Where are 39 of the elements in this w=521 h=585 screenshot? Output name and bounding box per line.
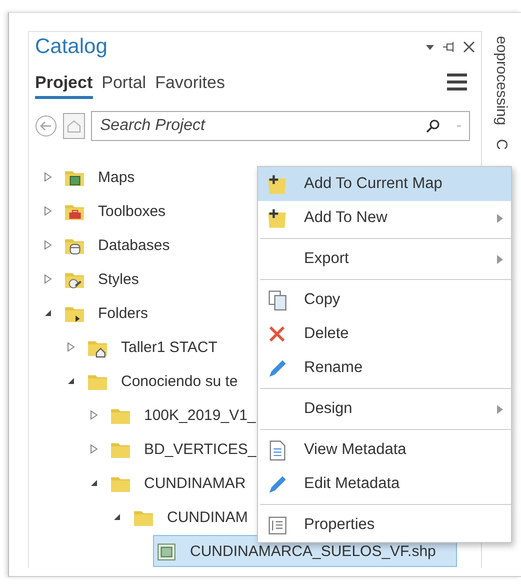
tab[interactable]: Portal bbox=[102, 73, 146, 99]
shapefile-icon bbox=[156, 540, 177, 562]
side-tab[interactable]: C bbox=[493, 139, 510, 150]
dropdown-icon[interactable] bbox=[425, 42, 435, 51]
menu-item[interactable]: Edit Metadata bbox=[258, 467, 511, 501]
side-tab[interactable]: eoprocessing bbox=[493, 36, 510, 126]
tree-item[interactable]: Maps bbox=[61, 161, 138, 193]
add-icon bbox=[266, 207, 288, 229]
menu-item[interactable]: View Metadata bbox=[258, 433, 511, 467]
tree-item[interactable]: Styles bbox=[61, 263, 142, 295]
tree-item[interactable]: CUNDINAMAR bbox=[107, 467, 249, 499]
tree-item[interactable]: Toolboxes bbox=[61, 195, 169, 227]
properties-icon bbox=[266, 514, 288, 536]
search-field[interactable]: Search Project bbox=[91, 111, 470, 141]
menu-item[interactable]: Rename bbox=[258, 351, 511, 385]
menu-item[interactable]: Design bbox=[258, 392, 511, 426]
tree-item[interactable]: 100K_2019_V1_ bbox=[107, 399, 259, 431]
tree-item[interactable]: Conociendo su te bbox=[84, 365, 241, 397]
tab[interactable]: Favorites bbox=[155, 73, 225, 99]
tab[interactable]: Project bbox=[35, 73, 93, 99]
add-icon bbox=[266, 173, 288, 195]
menu-item[interactable]: Export bbox=[258, 242, 511, 276]
back-icon[interactable] bbox=[35, 115, 57, 137]
menu-item[interactable]: Add To Current Map bbox=[258, 167, 511, 201]
menu-item[interactable]: Copy bbox=[258, 283, 511, 317]
search-icon[interactable] bbox=[426, 119, 440, 133]
tree-item[interactable]: Taller1 STACT bbox=[84, 331, 220, 363]
tree-item[interactable]: Databases bbox=[61, 229, 173, 261]
home-icon[interactable] bbox=[63, 113, 85, 139]
tree-item[interactable]: BD_VERTICES_ bbox=[107, 433, 260, 465]
close-icon[interactable] bbox=[463, 40, 475, 53]
pin-icon[interactable] bbox=[442, 40, 456, 53]
menu-item[interactable]: Delete bbox=[258, 317, 511, 351]
tree-item[interactable]: Folders bbox=[61, 297, 152, 329]
tree-item[interactable]: CUNDINAM bbox=[130, 501, 251, 533]
menu-item[interactable]: Add To New bbox=[258, 201, 511, 235]
menu-icon[interactable] bbox=[447, 73, 467, 91]
copy-icon bbox=[266, 289, 288, 311]
pane-title: Catalog bbox=[35, 34, 108, 59]
